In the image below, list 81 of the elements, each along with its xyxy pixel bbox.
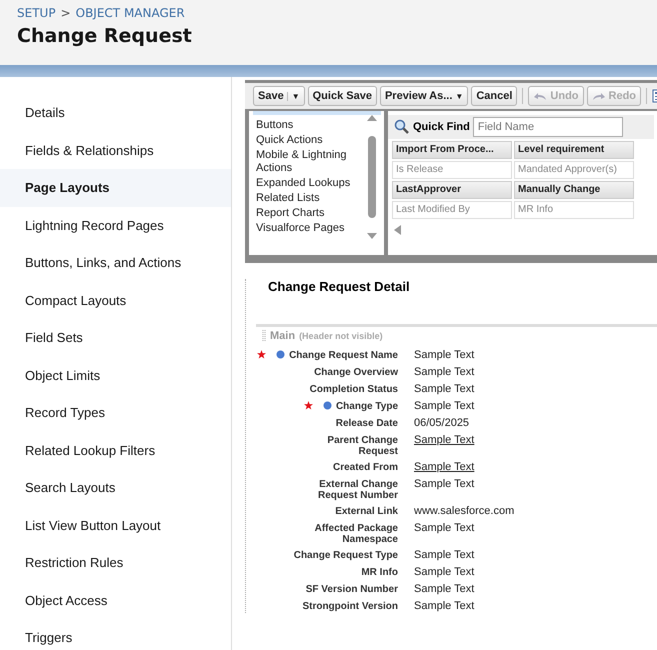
field-value: Sample Text — [414, 548, 474, 562]
category-item[interactable]: Visualforce Pages — [253, 221, 360, 236]
field-value: www.salesforce.com — [414, 504, 514, 518]
toolbar-button[interactable]: Cancel — [471, 86, 518, 106]
field-value[interactable]: Sample Text — [414, 433, 474, 447]
sidebar-item[interactable]: Details — [0, 94, 231, 132]
breadcrumb-link[interactable]: SETUP — [17, 6, 56, 20]
breadcrumb-separator: > — [60, 6, 71, 20]
sidebar-item[interactable]: Page Layouts — [0, 169, 231, 206]
field-value: Sample Text — [414, 382, 474, 396]
sidebar-item[interactable]: Buttons, Links, and Actions — [0, 244, 231, 282]
quick-find-label: Quick Find — [413, 121, 470, 133]
field-value: Sample Text — [414, 565, 474, 579]
section-note: (Header not visible) — [299, 331, 383, 341]
sidebar-item[interactable]: Object Access — [0, 582, 231, 619]
category-item[interactable]: Report Charts — [253, 206, 360, 221]
sidebar-item[interactable]: Object Limits — [0, 356, 231, 394]
dot-icon — [276, 350, 286, 359]
field-value[interactable]: Sample Text — [414, 460, 474, 474]
field-label: External Link — [335, 505, 398, 517]
field-value: Sample Text — [414, 477, 474, 491]
sidebar-item[interactable]: List View Button Layout — [0, 506, 231, 544]
field-label: Change Request Type — [294, 549, 398, 561]
field-label: Change Overview — [314, 366, 398, 378]
scrollbar[interactable] — [368, 115, 376, 239]
drag-handle-icon[interactable] — [262, 330, 266, 342]
field-tile[interactable]: Import From Proce... — [392, 141, 512, 159]
arrow-icon — [533, 91, 548, 101]
field-label: Change Request Name — [289, 349, 398, 361]
field-label: Affected Package Namespace — [314, 522, 398, 545]
arrow-icon — [592, 91, 606, 101]
sidebar-item[interactable]: Compact Layouts — [0, 282, 231, 319]
breadcrumb-link[interactable]: OBJECT MANAGER — [76, 6, 185, 20]
category-item[interactable]: Related Lists — [253, 191, 360, 206]
field-tile[interactable]: Last Modified By — [392, 201, 512, 219]
field-tile[interactable]: Is Release — [392, 161, 512, 179]
field-value: Sample Text — [414, 365, 474, 379]
field-tile[interactable]: Level requirement — [514, 141, 634, 159]
field-value: Sample Text — [414, 599, 474, 613]
sidebar-item[interactable]: Lightning Record Pages — [0, 206, 231, 244]
field-value: Sample Text — [414, 582, 474, 596]
category-item[interactable]: Buttons — [253, 118, 360, 133]
section-title: Change Request Detail — [268, 279, 411, 296]
field-tile[interactable]: LastApprover — [392, 181, 512, 199]
sidebar-item[interactable]: Record Types — [0, 394, 231, 432]
field-tile[interactable]: MR Info — [514, 201, 634, 219]
toolbar-button[interactable]: Quick Save — [308, 86, 377, 106]
section-name: Main — [270, 330, 296, 342]
category-item[interactable]: Mobile & Lightning Actions — [253, 148, 360, 176]
field-label: Change Type — [336, 400, 398, 412]
required-icon — [304, 401, 313, 410]
search-icon — [394, 119, 410, 135]
sidebar-item[interactable]: Triggers — [0, 619, 231, 650]
field-label: MR Info — [361, 566, 398, 578]
field-label: Release Date — [336, 417, 398, 429]
quick-find-field[interactable]: Field Name — [472, 117, 623, 137]
sidebar-item[interactable]: Field Sets — [0, 319, 231, 356]
field-value: Sample Text — [414, 348, 474, 362]
field-tile[interactable]: Mandated Approver(s) — [514, 161, 634, 179]
required-icon — [257, 350, 266, 359]
field-label: External Change Request Number — [316, 478, 398, 501]
field-label: SF Version Number — [306, 583, 398, 595]
field-value: Sample Text — [414, 399, 474, 413]
field-tile[interactable]: Manually Change — [514, 181, 634, 199]
field-value: 06/05/2025 — [414, 416, 470, 430]
field-label: Parent Change Request — [326, 434, 398, 457]
field-label: Strongpoint Version — [302, 600, 398, 612]
category-item[interactable]: Quick Actions — [253, 133, 360, 148]
scroll-left-icon[interactable] — [394, 225, 402, 235]
sidebar-item[interactable]: Fields & Relationships — [0, 132, 231, 169]
sidebar-item[interactable]: Restriction Rules — [0, 544, 231, 582]
category-item[interactable]: Expanded Lookups — [253, 176, 360, 191]
field-value: Sample Text — [414, 521, 474, 535]
dot-icon — [322, 401, 332, 410]
sidebar-item[interactable]: Search Layouts — [0, 469, 231, 506]
toolbar-button[interactable]: Preview As... ▼ — [380, 86, 468, 106]
page-title: Change Request — [17, 25, 193, 47]
sidebar-item[interactable]: Related Lookup Filters — [0, 432, 231, 469]
toolbar-button[interactable]: Save ▼ — [253, 86, 305, 106]
field-label: Completion Status — [310, 383, 398, 395]
field-label: Created From — [332, 461, 398, 473]
